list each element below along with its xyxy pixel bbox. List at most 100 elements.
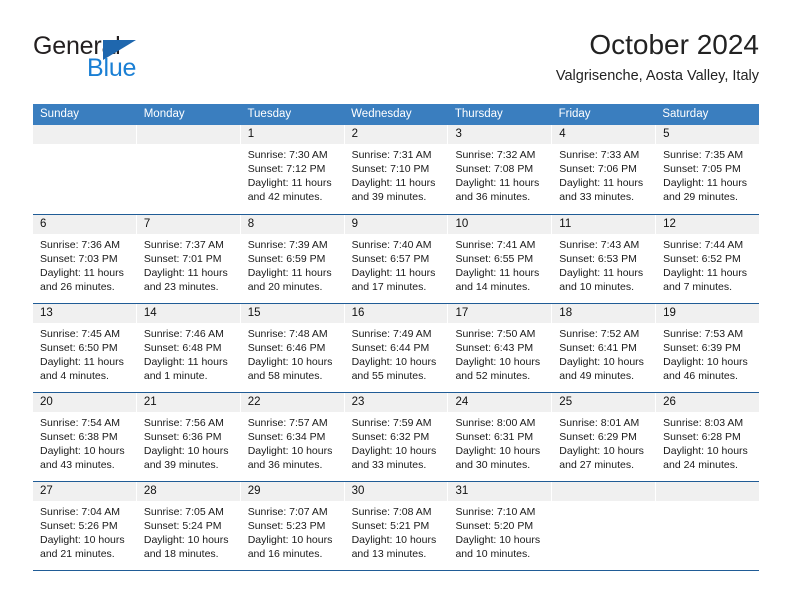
- calendar-day-cell[interactable]: 9 Sunrise: 7:40 AM Sunset: 6:57 PM Daylight…: [344, 215, 449, 303]
- sunset-time: Sunset: 6:28 PM: [663, 431, 741, 444]
- calendar-day-cell[interactable]: 4 Sunrise: 7:33 AM Sunset: 7:06 PM Daylight…: [552, 125, 657, 214]
- sunrise-time: Sunrise: 7:40 AM: [351, 239, 432, 251]
- calendar-day-cell[interactable]: 30 Sunrise: 7:08 AM Sunset: 5:21 PM Dayligh…: [344, 482, 449, 570]
- day-details: Sunrise: 7:41 AM Sunset: 6:55 PM Daylight:…: [448, 234, 551, 294]
- calendar-day-cell[interactable]: 8 Sunrise: 7:39 AM Sunset: 6:59 PM Daylight…: [240, 215, 345, 303]
- calendar-day-cell[interactable]: 25 Sunrise: 8:01 AM Sunset: 6:29 PM Dayligh…: [552, 393, 657, 481]
- calendar-day-cell[interactable]: 2 Sunrise: 7:31 AM Sunset: 7:10 PM Daylight…: [344, 125, 449, 214]
- day-number: 22: [240, 393, 344, 412]
- title-block: October 2024 Valgrisenche, Aosta Valley,…: [556, 28, 759, 87]
- sunrise-time: Sunrise: 7:33 AM: [559, 149, 640, 161]
- day-details: Sunrise: 7:33 AM Sunset: 7:06 PM Daylight:…: [552, 144, 655, 204]
- day-details: Sunrise: 7:44 AM Sunset: 6:52 PM Daylight:…: [656, 234, 759, 294]
- sunrise-time: Sunrise: 8:00 AM: [455, 417, 536, 429]
- day-details: Sunrise: 7:40 AM Sunset: 6:57 PM Daylight:…: [345, 234, 448, 294]
- daylight-duration-line1: Daylight: 10 hours: [247, 534, 333, 547]
- daylight-duration-line1: Daylight: 10 hours: [559, 356, 644, 369]
- calendar-day-cell[interactable]: 10 Sunrise: 7:41 AM Sunset: 6:55 PM Dayligh…: [448, 215, 553, 303]
- daylight-duration-line1: Daylight: 11 hours: [663, 177, 748, 190]
- sunrise-time: Sunrise: 7:48 AM: [247, 328, 328, 340]
- calendar-day-cell[interactable]: 28 Sunrise: 7:05 AM Sunset: 5:24 PM Dayligh…: [136, 482, 241, 570]
- day-number: 23: [344, 393, 448, 412]
- sunrise-time: Sunrise: 7:10 AM: [455, 506, 536, 518]
- day-number: 26: [656, 393, 760, 412]
- day-number: 3: [448, 125, 552, 144]
- daylight-duration-line2: and 21 minutes.: [40, 548, 115, 561]
- calendar-day-cell[interactable]: 5 Sunrise: 7:35 AM Sunset: 7:05 PM Daylight…: [656, 125, 760, 214]
- calendar-day-cell[interactable]: 18 Sunrise: 7:52 AM Sunset: 6:41 PM Dayligh…: [552, 304, 657, 392]
- daylight-duration-line1: Daylight: 10 hours: [247, 445, 333, 458]
- daylight-duration-line1: Daylight: 10 hours: [351, 356, 437, 369]
- day-number: 24: [448, 393, 552, 412]
- calendar-day-cell[interactable]: 29 Sunrise: 7:07 AM Sunset: 5:23 PM Dayligh…: [240, 482, 345, 570]
- day-details: Sunrise: 7:08 AM Sunset: 5:21 PM Daylight:…: [345, 501, 448, 561]
- calendar-day-cell[interactable]: 27 Sunrise: 7:04 AM Sunset: 5:26 PM Dayligh…: [33, 482, 137, 570]
- weekday-header-saturday: Saturday: [662, 108, 709, 120]
- calendar-day-cell[interactable]: 13 Sunrise: 7:45 AM Sunset: 6:50 PM Dayligh…: [33, 304, 137, 392]
- sunrise-time: Sunrise: 7:30 AM: [247, 149, 328, 161]
- day-details: Sunrise: 7:07 AM Sunset: 5:23 PM Daylight:…: [241, 501, 344, 561]
- daylight-duration-line1: Daylight: 11 hours: [143, 267, 228, 280]
- day-number: 10: [448, 215, 552, 234]
- calendar-day-cell[interactable]: 17 Sunrise: 7:50 AM Sunset: 6:43 PM Dayligh…: [448, 304, 553, 392]
- day-number: 27: [33, 482, 136, 501]
- sunrise-time: Sunrise: 7:49 AM: [351, 328, 432, 340]
- calendar-day-cell-empty: [552, 482, 657, 570]
- sunset-time: Sunset: 7:06 PM: [559, 163, 637, 176]
- calendar-bottom-rule: [33, 570, 759, 571]
- daylight-duration-line1: Daylight: 11 hours: [455, 267, 540, 280]
- sunrise-time: Sunrise: 7:43 AM: [559, 239, 640, 251]
- sunset-time: Sunset: 6:38 PM: [40, 431, 118, 444]
- daylight-duration-line2: and 20 minutes.: [247, 281, 323, 294]
- day-details: Sunrise: 7:30 AM Sunset: 7:12 PM Daylight:…: [241, 144, 344, 204]
- calendar-day-cell[interactable]: 26 Sunrise: 8:03 AM Sunset: 6:28 PM Dayligh…: [656, 393, 760, 481]
- day-number: 20: [33, 393, 136, 412]
- calendar-day-cell[interactable]: 1 Sunrise: 7:30 AM Sunset: 7:12 PM Daylight…: [240, 125, 345, 214]
- daylight-duration-line2: and 10 minutes.: [559, 281, 635, 294]
- daylight-duration-line2: and 55 minutes.: [351, 370, 427, 383]
- daylight-duration-line1: Daylight: 11 hours: [455, 177, 540, 190]
- sunset-time: Sunset: 6:59 PM: [247, 253, 326, 266]
- calendar-day-cell[interactable]: 31 Sunrise: 7:10 AM Sunset: 5:20 PM Dayligh…: [448, 482, 553, 570]
- sunset-time: Sunset: 6:34 PM: [247, 431, 326, 444]
- calendar-day-cell[interactable]: 15 Sunrise: 7:48 AM Sunset: 6:46 PM Dayligh…: [240, 304, 345, 392]
- day-number: 9: [344, 215, 448, 234]
- daylight-duration-line1: Daylight: 10 hours: [143, 445, 229, 458]
- calendar-day-cell[interactable]: 23 Sunrise: 7:59 AM Sunset: 6:32 PM Dayligh…: [344, 393, 449, 481]
- sunset-time: Sunset: 6:31 PM: [455, 431, 534, 444]
- day-details: Sunrise: 7:10 AM Sunset: 5:20 PM Daylight:…: [448, 501, 551, 561]
- calendar-day-cell[interactable]: 21 Sunrise: 7:56 AM Sunset: 6:36 PM Dayligh…: [136, 393, 241, 481]
- calendar-day-cell[interactable]: 24 Sunrise: 8:00 AM Sunset: 6:31 PM Dayligh…: [448, 393, 553, 481]
- calendar-day-cell[interactable]: 12 Sunrise: 7:44 AM Sunset: 6:52 PM Dayligh…: [656, 215, 760, 303]
- sunrise-time: Sunrise: 7:59 AM: [351, 417, 432, 429]
- calendar-day-cell[interactable]: 6 Sunrise: 7:36 AM Sunset: 7:03 PM Daylight…: [33, 215, 137, 303]
- calendar-day-cell[interactable]: 22 Sunrise: 7:57 AM Sunset: 6:34 PM Dayligh…: [240, 393, 345, 481]
- day-details: Sunrise: 7:56 AM Sunset: 6:36 PM Daylight:…: [137, 412, 240, 472]
- day-number: 13: [33, 304, 136, 323]
- day-details: Sunrise: 7:49 AM Sunset: 6:44 PM Daylight:…: [345, 323, 448, 383]
- calendar-day-cell[interactable]: 19 Sunrise: 7:53 AM Sunset: 6:39 PM Dayligh…: [656, 304, 760, 392]
- calendar-week-row: 20 Sunrise: 7:54 AM Sunset: 6:38 PM Dayligh…: [33, 392, 760, 481]
- day-number: [33, 125, 136, 144]
- daylight-duration-line2: and 33 minutes.: [559, 191, 635, 204]
- calendar-day-cell[interactable]: 3 Sunrise: 7:32 AM Sunset: 7:08 PM Daylight…: [448, 125, 553, 214]
- daylight-duration-line1: Daylight: 11 hours: [40, 356, 124, 369]
- day-number: 7: [136, 215, 240, 234]
- calendar-weeks: 1 Sunrise: 7:30 AM Sunset: 7:12 PM Daylight…: [33, 125, 760, 570]
- logo-text-blue: Blue: [87, 54, 137, 82]
- day-number: 18: [552, 304, 656, 323]
- day-details: Sunrise: 7:46 AM Sunset: 6:48 PM Daylight:…: [137, 323, 240, 383]
- sunset-time: Sunset: 6:55 PM: [455, 253, 534, 266]
- day-number: 5: [656, 125, 760, 144]
- sunset-time: Sunset: 6:50 PM: [40, 342, 118, 355]
- calendar-day-cell[interactable]: 11 Sunrise: 7:43 AM Sunset: 6:53 PM Dayligh…: [552, 215, 657, 303]
- sunrise-time: Sunrise: 7:37 AM: [143, 239, 224, 251]
- daylight-duration-line2: and 26 minutes.: [40, 281, 115, 294]
- calendar-day-cell[interactable]: 16 Sunrise: 7:49 AM Sunset: 6:44 PM Dayligh…: [344, 304, 449, 392]
- daylight-duration-line2: and 46 minutes.: [663, 370, 738, 383]
- calendar-day-cell[interactable]: 7 Sunrise: 7:37 AM Sunset: 7:01 PM Daylight…: [136, 215, 241, 303]
- calendar-day-cell[interactable]: 20 Sunrise: 7:54 AM Sunset: 6:38 PM Dayligh…: [33, 393, 137, 481]
- calendar-day-cell[interactable]: 14 Sunrise: 7:46 AM Sunset: 6:48 PM Dayligh…: [136, 304, 241, 392]
- general-blue-logo[interactable]: General Blue: [33, 32, 263, 90]
- day-details: Sunrise: 7:57 AM Sunset: 6:34 PM Daylight:…: [241, 412, 344, 472]
